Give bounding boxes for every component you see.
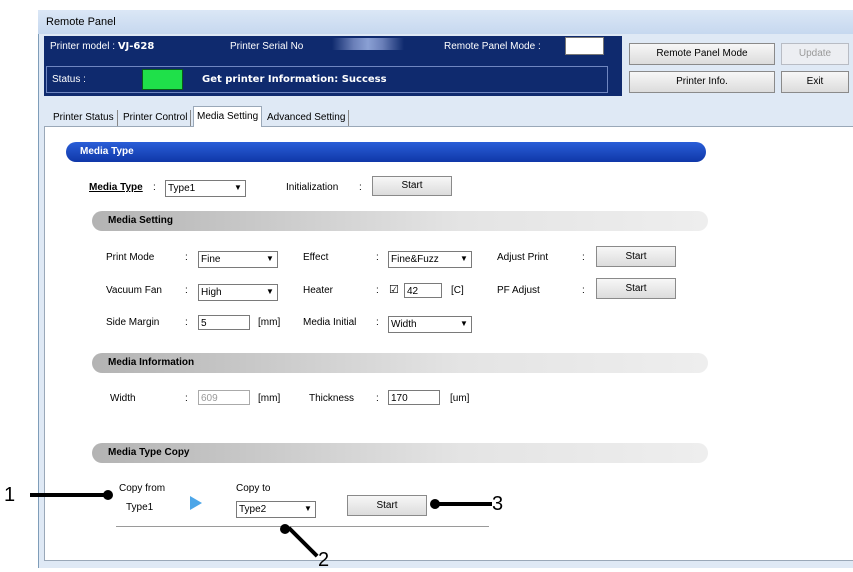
heater-unit: [C] [451,285,464,296]
thickness-label: Thickness [309,393,355,404]
width-unit: [mm] [258,393,281,404]
media-type-copy-section-title: Media Type Copy [108,447,190,458]
callout-3-line [432,502,492,506]
callout-1-number: 1 [4,484,16,506]
width-input: 609 [198,390,250,405]
copy-divider [116,526,489,527]
serial-value-redacted [332,38,404,50]
media-information-section-title: Media Information [108,357,195,368]
copy-arrow-icon [190,496,202,510]
separator: : [376,285,379,296]
status-message: Get printer Information: Success [202,74,387,85]
copy-to-select[interactable]: Type2 ▼ [236,501,316,518]
chevron-down-icon: ▼ [460,319,468,328]
media-type-section-bar [66,142,706,162]
copy-to-label: Copy to [236,483,271,494]
tab-printer-status[interactable]: Printer Status [50,110,118,126]
thickness-unit: [um] [450,393,470,404]
initialization-label: Initialization [286,182,339,193]
vacuum-fan-value: High [201,287,222,298]
printer-info-button[interactable]: Printer Info. [629,71,775,93]
separator: : [185,393,188,404]
separator: : [376,317,379,328]
print-mode-value: Fine [201,254,221,265]
effect-label: Effect [303,252,329,263]
media-type-label: Media Type [89,182,143,193]
status-lamp [142,69,183,90]
callout-1-line [30,493,108,497]
update-button[interactable]: Update [781,43,849,65]
separator: : [185,285,188,296]
chevron-down-icon: ▼ [266,254,274,263]
callout-3-number: 3 [492,493,504,515]
effect-select[interactable]: Fine&Fuzz ▼ [388,251,472,268]
separator: : [153,182,156,193]
copy-start-button[interactable]: Start [347,495,427,516]
effect-value: Fine&Fuzz [391,254,439,265]
separator: : [359,182,362,193]
mode-label: Remote Panel Mode : [444,41,541,52]
callout-3-dot [430,499,440,509]
separator: : [185,317,188,328]
heater-temperature-input[interactable]: 42 [404,283,442,298]
print-mode-label: Print Mode [106,252,155,263]
media-type-section-title: Media Type [80,146,134,157]
pf-adjust-label: PF Adjust [497,285,540,296]
adjust-print-label: Adjust Print [497,252,549,263]
separator: : [185,252,188,263]
media-setting-section-title: Media Setting [108,215,174,226]
chevron-down-icon: ▼ [234,183,242,192]
tab-printer-control[interactable]: Printer Control [120,110,192,126]
vacuum-fan-label: Vacuum Fan [106,285,162,296]
pf-adjust-start-button[interactable]: Start [596,278,676,299]
mode-indicator [565,37,604,55]
media-setting-section-bar [92,211,708,231]
initialization-start-button[interactable]: Start [372,176,452,196]
separator: : [582,285,585,296]
separator: : [376,393,379,404]
heater-checkbox[interactable]: ☑ [389,285,399,296]
status-label: Status : [52,74,86,85]
chevron-down-icon: ▼ [304,504,312,513]
tab-advanced-setting[interactable]: Advanced Setting [264,110,350,126]
chevron-down-icon: ▼ [266,287,274,296]
remote-panel-mode-button[interactable]: Remote Panel Mode [629,43,775,65]
tab-media-setting[interactable]: Media Setting [193,106,263,127]
media-type-select[interactable]: Type1 ▼ [165,180,246,197]
side-margin-unit: [mm] [258,317,281,328]
media-initial-label: Media Initial [303,317,357,328]
exit-button[interactable]: Exit [781,71,849,93]
model-value: VJ-628 [117,41,155,52]
media-initial-select[interactable]: Width ▼ [388,316,472,333]
width-label: Width [110,393,136,404]
title-bar [38,10,853,34]
copy-from-label: Copy from [119,483,166,494]
separator: : [582,252,585,263]
side-margin-input[interactable]: 5 [198,315,250,330]
media-initial-value: Width [391,319,417,330]
heater-label: Heater [303,285,334,296]
serial-label: Printer Serial No [230,41,304,52]
model-label: Printer model : VJ-628 [50,41,155,52]
copy-to-value: Type2 [239,504,267,515]
side-margin-label: Side Margin [106,317,160,328]
media-type-value: Type1 [168,183,196,194]
callout-2-number: 2 [318,549,330,571]
window-title: Remote Panel [46,16,116,28]
separator: : [376,252,379,263]
adjust-print-start-button[interactable]: Start [596,246,676,267]
thickness-input[interactable]: 170 [388,390,440,405]
chevron-down-icon: ▼ [460,254,468,263]
copy-from-value: Type1 [126,502,154,513]
callout-1-dot [103,490,113,500]
vacuum-fan-select[interactable]: High ▼ [198,284,278,301]
print-mode-select[interactable]: Fine ▼ [198,251,278,268]
